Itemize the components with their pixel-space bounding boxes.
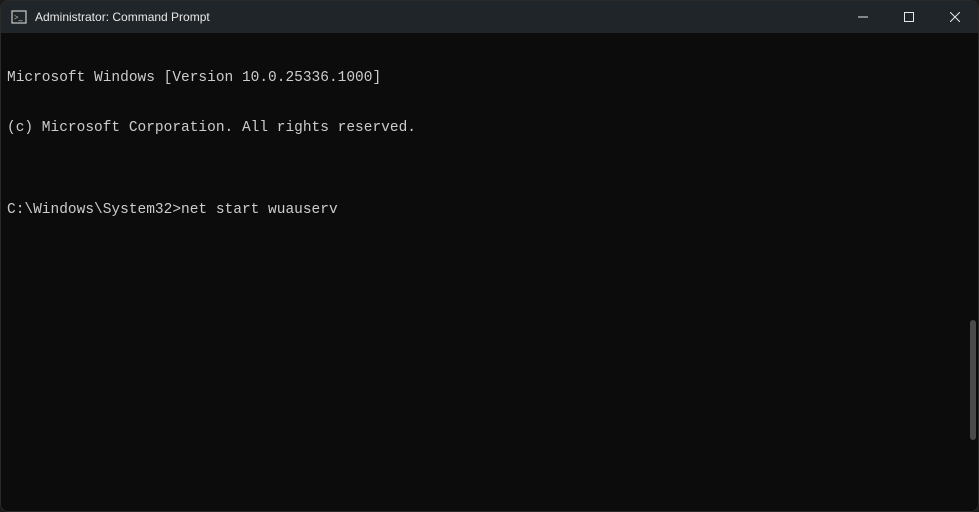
titlebar[interactable]: >_ Administrator: Command Prompt (1, 1, 978, 33)
minimize-button[interactable] (840, 1, 886, 33)
maximize-button[interactable] (886, 1, 932, 33)
scrollbar-thumb[interactable] (970, 320, 976, 440)
close-button[interactable] (932, 1, 978, 33)
command-prompt-window: >_ Administrator: Command Prompt (0, 0, 979, 512)
window-controls (840, 1, 978, 33)
window-title: Administrator: Command Prompt (35, 10, 840, 24)
terminal-area[interactable]: Microsoft Windows [Version 10.0.25336.10… (1, 33, 978, 511)
copyright-line: (c) Microsoft Corporation. All rights re… (7, 120, 972, 137)
svg-text:>_: >_ (14, 13, 24, 22)
version-line: Microsoft Windows [Version 10.0.25336.10… (7, 70, 972, 87)
prompt-path: C:\Windows\System32> (7, 202, 181, 219)
typed-command: net start wuauserv (181, 202, 338, 219)
prompt-line: C:\Windows\System32>net start wuauserv (7, 202, 972, 219)
cmd-icon: >_ (11, 9, 27, 25)
